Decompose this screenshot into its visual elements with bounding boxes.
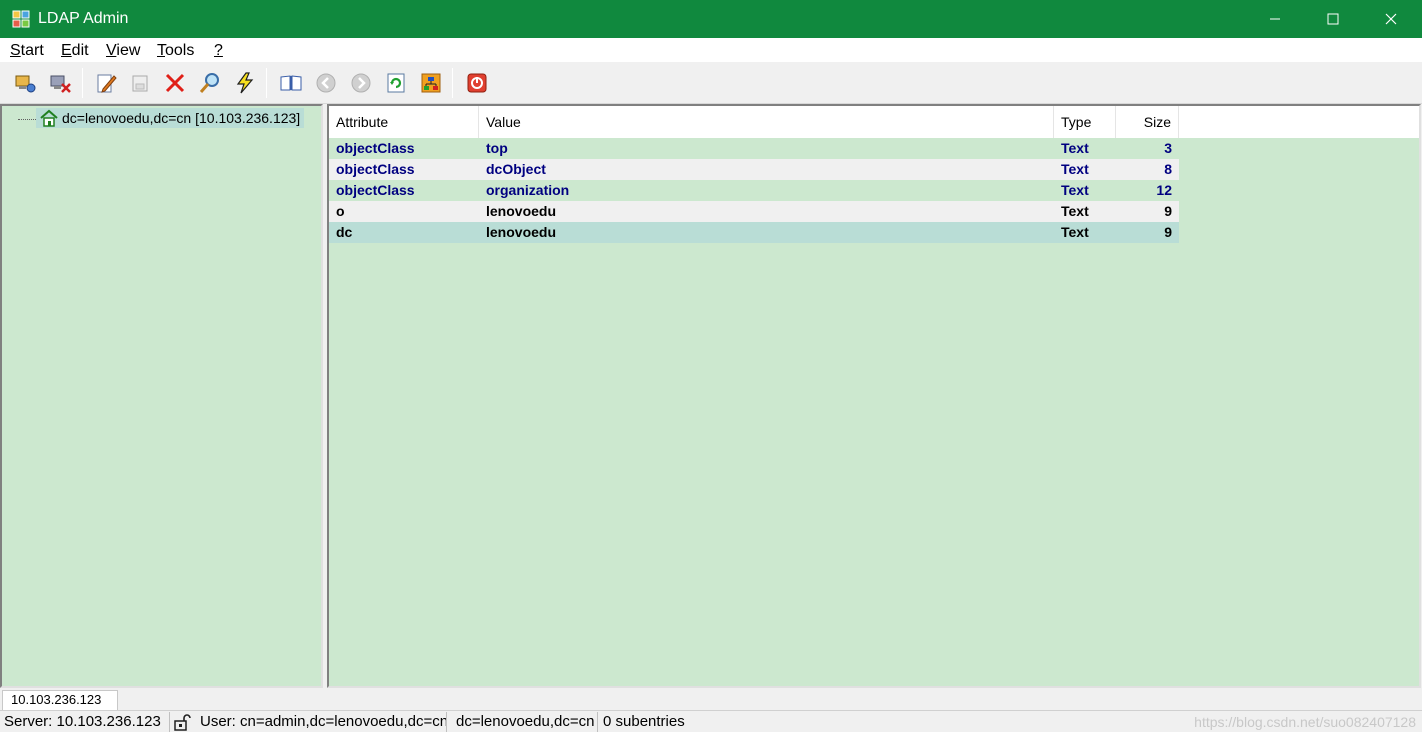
cell-attribute: objectClass xyxy=(336,161,415,177)
disconnect-button[interactable] xyxy=(48,71,72,95)
column-header-attribute[interactable]: Attribute xyxy=(329,106,479,138)
column-header-type[interactable]: Type xyxy=(1054,106,1116,138)
toolbar-separator xyxy=(452,68,453,98)
menu-start-accel: S xyxy=(10,42,21,59)
menu-view-accel: V xyxy=(106,42,117,59)
status-dn: dc=lenovoedu,dc=cn xyxy=(452,712,598,732)
exit-icon xyxy=(467,73,487,93)
cell-size: 3 xyxy=(1164,140,1172,156)
cell-value: top xyxy=(486,140,508,156)
cell-type: Text xyxy=(1061,203,1089,219)
cell-attribute: objectClass xyxy=(336,182,415,198)
status-server: Server: 10.103.236.123 xyxy=(0,712,170,732)
cell-size: 12 xyxy=(1156,182,1172,198)
menu-tools-accel: T xyxy=(157,42,165,59)
cell-type: Text xyxy=(1061,140,1089,156)
lock-icon xyxy=(174,714,191,731)
list-row[interactable]: objectClass organization Text 12 xyxy=(329,180,1179,201)
back-icon xyxy=(316,73,336,93)
home-entry-icon xyxy=(40,109,58,127)
cell-size: 9 xyxy=(1164,224,1172,240)
forward-button[interactable] xyxy=(349,71,373,95)
menu-edit-accel: E xyxy=(61,42,72,59)
minimize-icon xyxy=(1270,18,1280,20)
edit-entry-button[interactable] xyxy=(94,71,118,95)
back-button[interactable] xyxy=(314,71,338,95)
tree-root-node[interactable]: dc=lenovoedu,dc=cn [10.103.236.123] xyxy=(36,108,305,128)
schema-icon xyxy=(421,73,441,93)
refresh-button[interactable] xyxy=(384,71,408,95)
cell-type: Text xyxy=(1061,224,1089,240)
search-icon xyxy=(199,73,219,93)
toolbar xyxy=(0,62,1422,104)
directory-tree[interactable]: dc=lenovoedu,dc=cn [10.103.236.123] xyxy=(0,104,323,688)
forward-icon xyxy=(351,73,371,93)
run-button[interactable] xyxy=(233,71,257,95)
minimize-button[interactable] xyxy=(1246,0,1304,38)
exit-button[interactable] xyxy=(465,71,489,95)
menu-tools-label: ools xyxy=(165,42,195,59)
cell-type: Text xyxy=(1061,182,1089,198)
save-entry-icon xyxy=(132,75,148,92)
menu-bar: Start Edit View Tools ? xyxy=(0,38,1422,62)
refresh-icon xyxy=(387,73,405,93)
cell-type: Text xyxy=(1061,161,1089,177)
ldap-admin-app-icon xyxy=(12,10,30,28)
run-icon xyxy=(236,72,254,94)
menu-view[interactable]: View xyxy=(106,42,140,60)
tree-root-label: dc=lenovoedu,dc=cn [10.103.236.123] xyxy=(62,110,301,126)
cell-value: dcObject xyxy=(486,161,546,177)
toolbar-separator xyxy=(82,68,83,98)
connect-icon xyxy=(15,75,36,93)
delete-icon xyxy=(165,73,185,93)
cell-value: lenovoedu xyxy=(486,203,557,219)
list-header: Attribute Value Type Size xyxy=(329,106,1419,138)
search-button[interactable] xyxy=(198,71,222,95)
list-row[interactable]: objectClass top Text 3 xyxy=(329,138,1179,159)
list-row[interactable]: objectClass dcObject Text 8 xyxy=(329,159,1179,180)
maximize-icon xyxy=(1327,13,1339,25)
address-book-icon xyxy=(280,75,302,91)
menu-edit[interactable]: Edit xyxy=(61,42,89,60)
title-bar: LDAP Admin xyxy=(0,0,1422,38)
cell-value: organization xyxy=(486,182,570,198)
status-user: User: cn=admin,dc=lenovoedu,dc=cn xyxy=(196,712,447,732)
menu-start[interactable]: Start xyxy=(10,42,44,60)
menu-view-label: iew xyxy=(116,42,141,59)
delete-button[interactable] xyxy=(163,71,187,95)
cell-attribute: objectClass xyxy=(336,140,415,156)
close-button[interactable] xyxy=(1362,0,1420,38)
tree-connector-line xyxy=(18,119,38,120)
schema-button[interactable] xyxy=(419,71,443,95)
menu-help[interactable]: ? xyxy=(214,42,223,60)
cell-value: lenovoedu xyxy=(486,224,557,240)
watermark: https://blog.csdn.net/suo082407128 xyxy=(1194,714,1416,730)
menu-edit-label: dit xyxy=(71,42,89,59)
edit-entry-icon xyxy=(97,74,117,93)
menu-help-accel: ? xyxy=(214,42,223,59)
menu-start-label: tart xyxy=(20,42,44,59)
connect-button[interactable] xyxy=(13,71,37,95)
menu-tools[interactable]: Tools xyxy=(157,42,194,60)
session-tab-strip: 10.103.236.123 xyxy=(0,688,1422,710)
list-row[interactable]: o lenovoedu Text 9 xyxy=(329,201,1179,222)
address-book-button[interactable] xyxy=(279,71,303,95)
window-title: LDAP Admin xyxy=(38,10,129,27)
save-entry-button[interactable] xyxy=(128,71,152,95)
toolbar-separator xyxy=(266,68,267,98)
cell-size: 8 xyxy=(1164,161,1172,177)
cell-attribute: o xyxy=(336,203,345,219)
close-icon xyxy=(1385,13,1397,25)
tab-session[interactable]: 10.103.236.123 xyxy=(2,690,118,710)
column-header-size[interactable]: Size xyxy=(1116,106,1179,138)
status-bar: Server: 10.103.236.123 User: cn=admin,dc… xyxy=(0,710,1422,732)
cell-size: 9 xyxy=(1164,203,1172,219)
cell-attribute: dc xyxy=(336,224,353,240)
column-header-value[interactable]: Value xyxy=(479,106,1054,138)
list-row-selected[interactable]: dc lenovoedu Text 9 xyxy=(329,222,1179,243)
attribute-list[interactable]: Attribute Value Type Size objectClass to… xyxy=(327,104,1421,688)
disconnect-icon xyxy=(50,75,71,93)
maximize-button[interactable] xyxy=(1304,0,1362,38)
status-subentries: 0 subentries xyxy=(603,713,685,730)
